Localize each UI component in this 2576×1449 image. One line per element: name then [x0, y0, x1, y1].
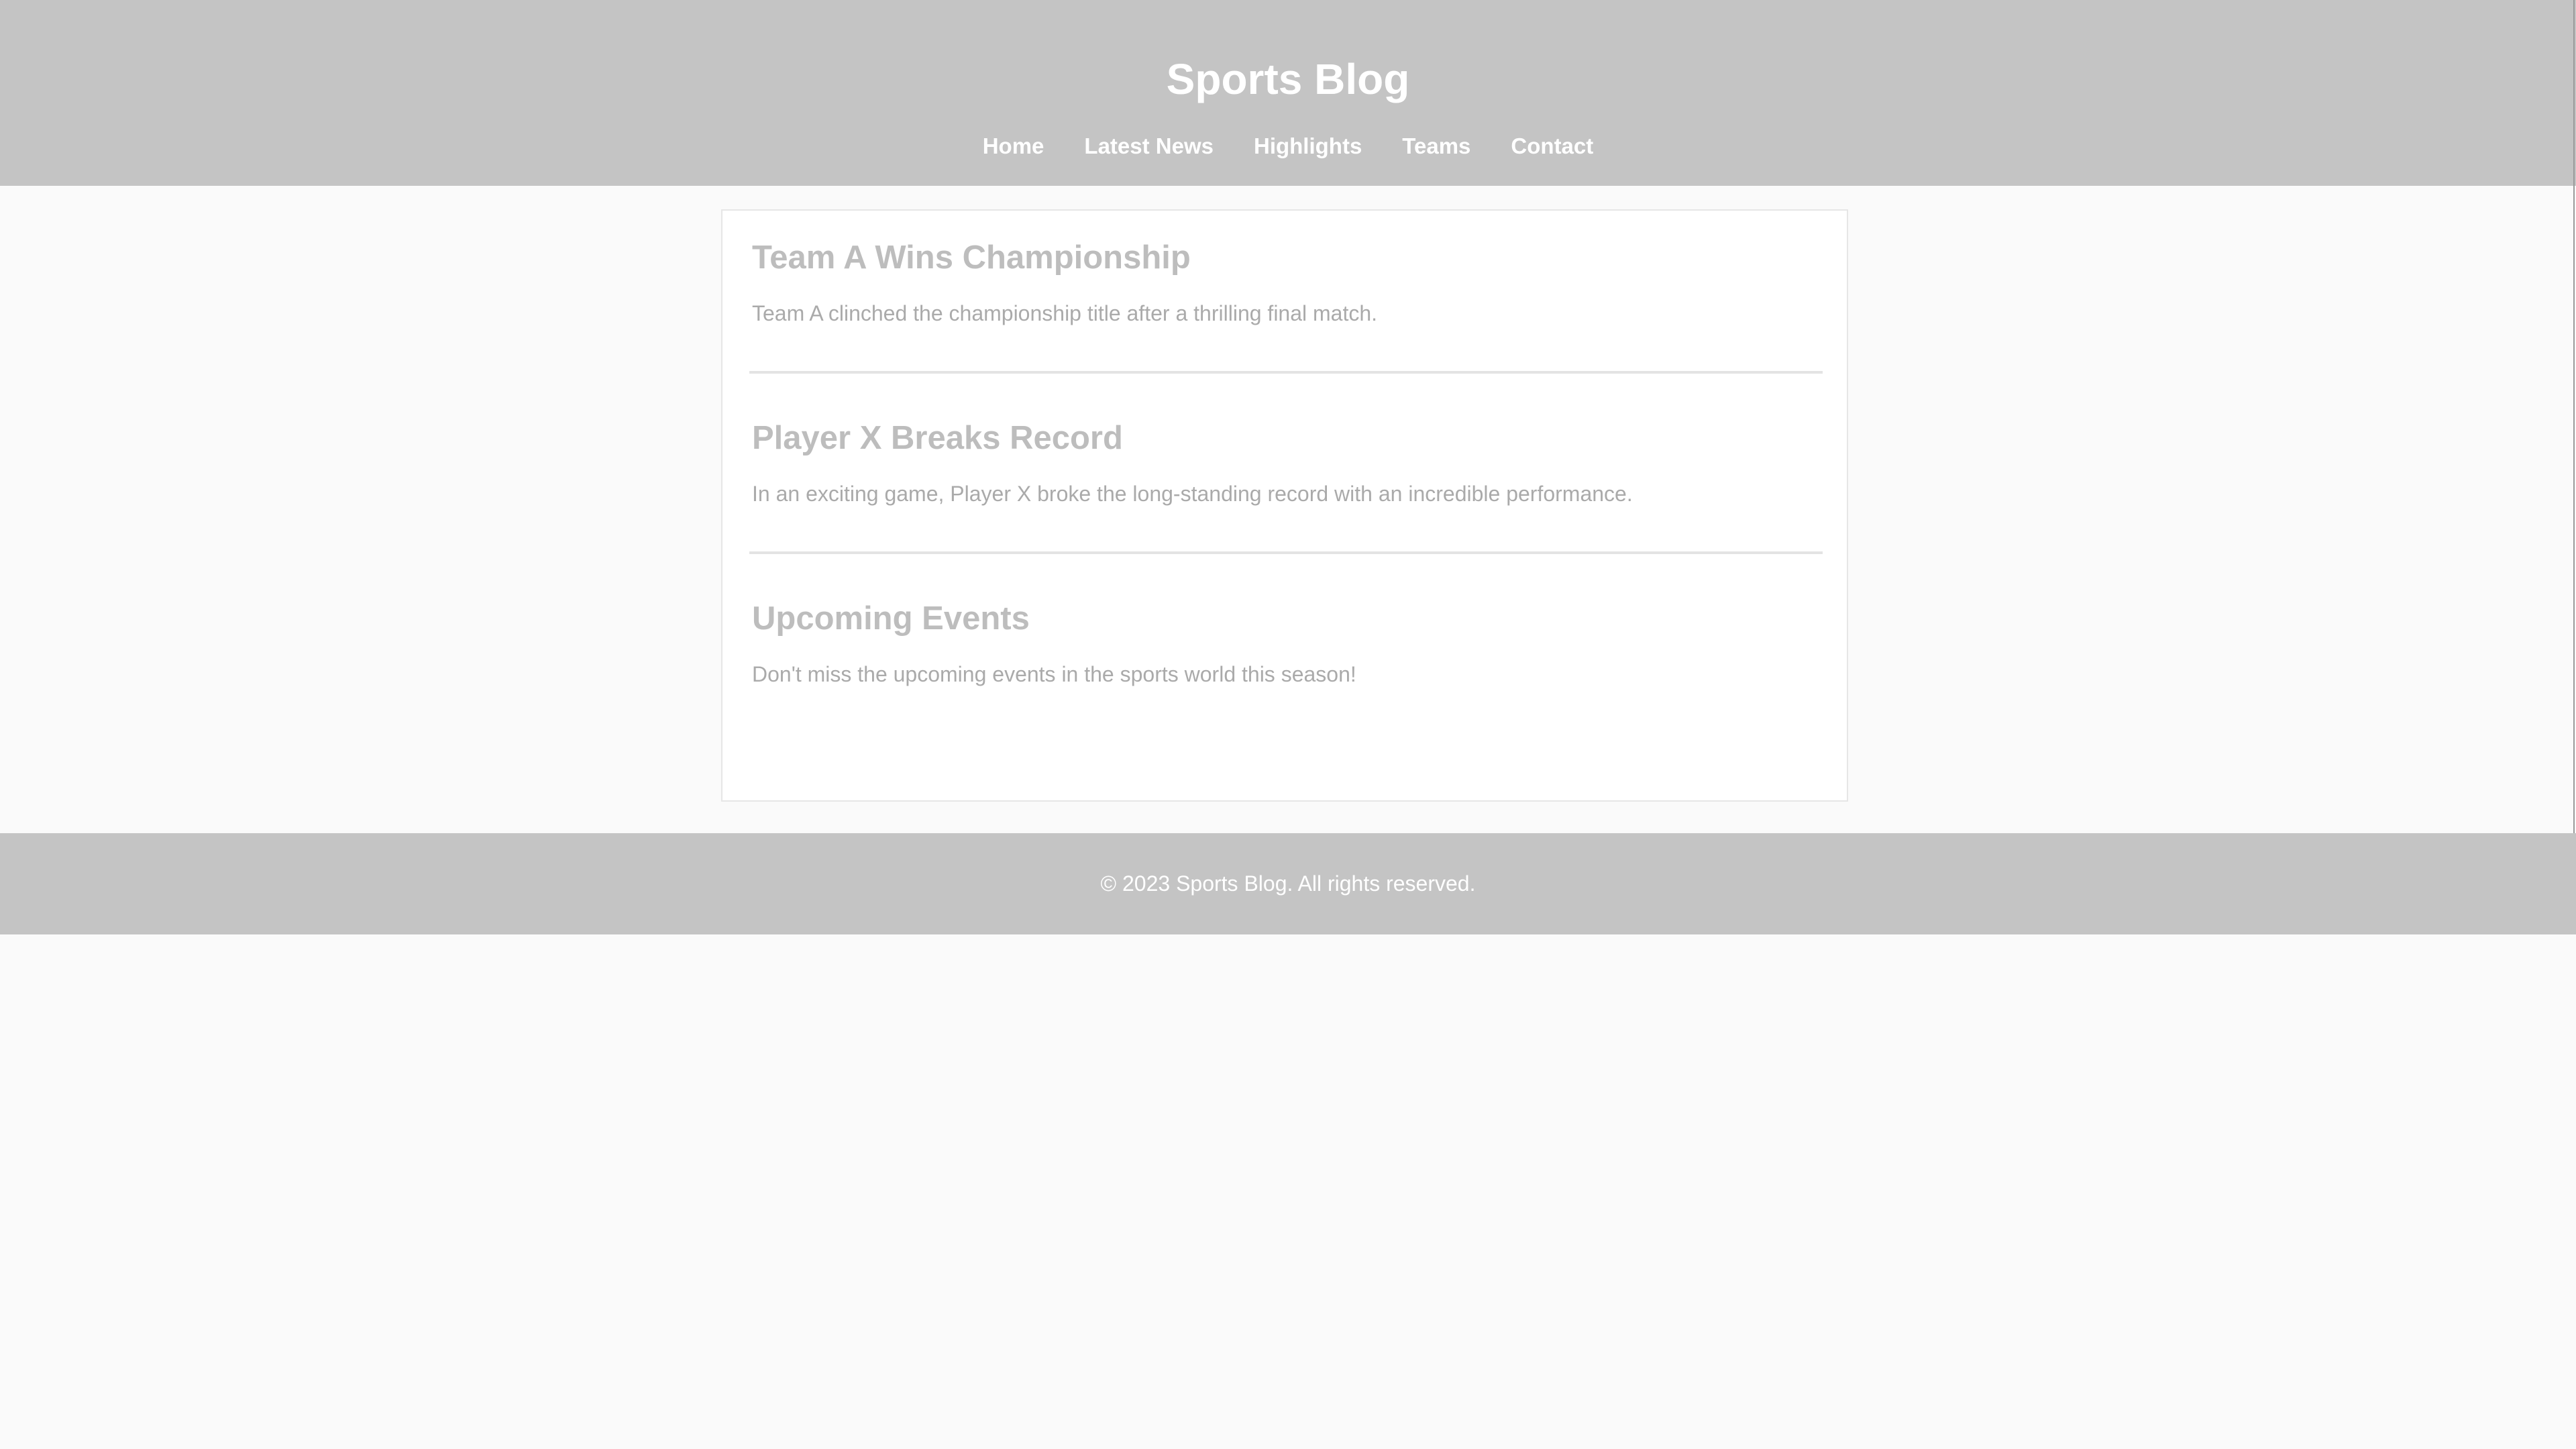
site-footer: © 2023 Sports Blog. All rights reserved. — [0, 833, 2576, 934]
article-title: Player X Breaks Record — [752, 420, 1123, 456]
nav-contact[interactable]: Contact — [1511, 131, 1593, 161]
article-body: Team A clinched the championship title a… — [752, 301, 1378, 325]
site-title: Sports Blog — [1166, 55, 1410, 103]
footer-copyright: © 2023 Sports Blog. All rights reserved. — [1100, 871, 1476, 896]
site-header: Sports Blog Home Latest News Highlights … — [0, 0, 2576, 186]
main-nav: Home Latest News Highlights Teams Contac… — [0, 131, 2576, 161]
article-title: Upcoming Events — [752, 600, 1030, 637]
article-body: Don't miss the upcoming events in the sp… — [752, 662, 1356, 686]
window-edge — [2573, 0, 2575, 934]
article-divider — [749, 551, 1823, 554]
articles-container: Team A Wins Championship Team A clinched… — [721, 209, 1848, 802]
nav-highlights[interactable]: Highlights — [1254, 131, 1362, 161]
article-divider — [749, 371, 1823, 374]
article-title: Team A Wins Championship — [752, 239, 1191, 276]
nav-home[interactable]: Home — [983, 131, 1044, 161]
nav-teams[interactable]: Teams — [1402, 131, 1470, 161]
nav-latest-news[interactable]: Latest News — [1084, 131, 1214, 161]
article-body: In an exciting game, Player X broke the … — [752, 482, 1633, 506]
